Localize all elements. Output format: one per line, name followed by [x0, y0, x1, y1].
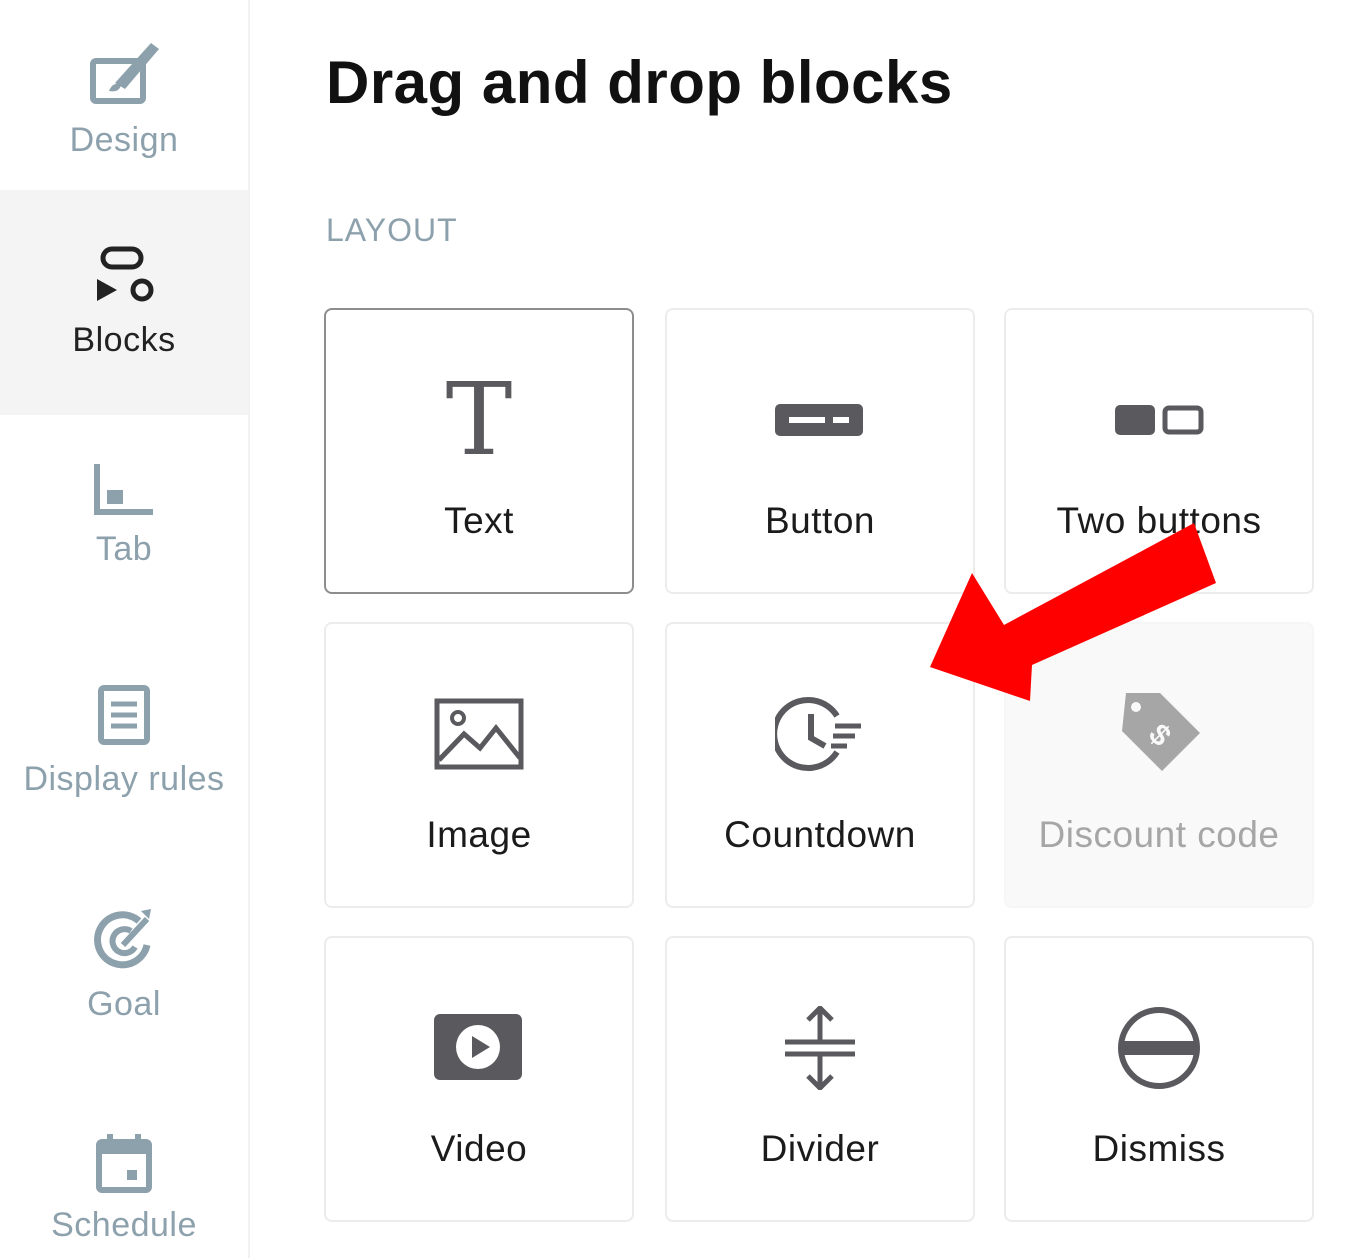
blocks-icon	[89, 245, 159, 311]
design-icon	[79, 31, 169, 111]
block-label: Divider	[760, 1128, 880, 1169]
schedule-icon	[89, 1130, 159, 1196]
block-label: Countdown	[724, 814, 916, 855]
block-two-buttons[interactable]: Two buttons	[1004, 308, 1314, 594]
divider-icon	[667, 998, 973, 1098]
countdown-icon	[667, 684, 973, 784]
sidebar-item-tab[interactable]: Tab	[0, 450, 248, 600]
block-label: Text	[444, 500, 514, 541]
block-divider[interactable]: Divider	[665, 936, 975, 1222]
sidebar-item-goal[interactable]: Goal	[0, 905, 248, 1055]
page-title: Drag and drop blocks	[326, 49, 953, 116]
block-label: Video	[430, 1128, 528, 1169]
image-icon	[326, 684, 632, 784]
sidebar-item-label: Schedule	[51, 1206, 197, 1244]
block-label: Two buttons	[1056, 500, 1262, 541]
discount-tag-icon: $	[1006, 684, 1312, 784]
sidebar-item-label: Blocks	[72, 321, 176, 359]
block-countdown[interactable]: Countdown	[665, 622, 975, 908]
block-button[interactable]: Button	[665, 308, 975, 594]
sidebar-item-blocks[interactable]: Blocks	[0, 190, 248, 415]
tab-icon	[89, 450, 159, 520]
block-label: Button	[765, 500, 875, 541]
block-image[interactable]: Image	[324, 622, 634, 908]
block-label: Discount code	[1038, 814, 1280, 855]
sidebar-item-label: Display rules	[23, 760, 225, 798]
sidebar-item-display-rules[interactable]: Display rules	[0, 680, 248, 830]
sidebar: Design Blocks Tab Display rules Goal Sch…	[0, 0, 250, 1258]
sidebar-item-design[interactable]: Design	[0, 0, 248, 190]
goal-icon	[89, 905, 159, 975]
sidebar-item-schedule[interactable]: Schedule	[0, 1130, 248, 1258]
block-text[interactable]: T Text	[324, 308, 634, 594]
block-label: Dismiss	[1092, 1128, 1226, 1169]
block-discount-code: $ Discount code	[1004, 622, 1314, 908]
dismiss-icon	[1006, 998, 1312, 1098]
block-video[interactable]: Video	[324, 936, 634, 1222]
blocks-panel: Drag and drop blocks LAYOUT T Text Butto…	[248, 0, 1350, 1258]
block-label: Image	[426, 814, 532, 855]
sidebar-item-label: Tab	[95, 530, 153, 568]
sidebar-item-label: Design	[69, 120, 179, 159]
two-buttons-icon	[1006, 370, 1312, 470]
sidebar-item-label: Goal	[87, 985, 161, 1023]
video-icon	[326, 998, 632, 1098]
block-dismiss[interactable]: Dismiss	[1004, 936, 1314, 1222]
section-label: LAYOUT	[326, 212, 458, 248]
button-icon	[667, 370, 973, 470]
text-icon: T	[445, 361, 513, 478]
display-rules-icon	[89, 680, 159, 750]
